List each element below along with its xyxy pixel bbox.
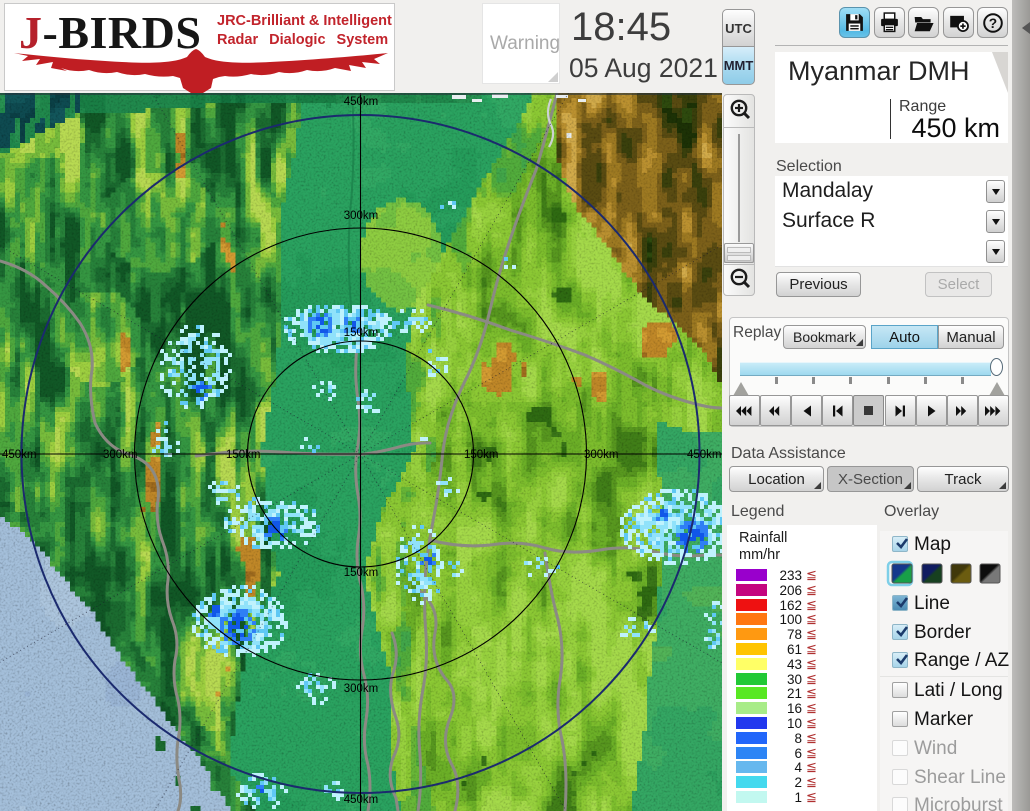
svg-text:450km: 450km [2,449,37,461]
svg-text:300km: 300km [103,449,138,461]
svg-text:300km: 300km [344,210,379,222]
svg-text:150km: 150km [226,449,261,461]
svg-text:450km: 450km [344,794,379,806]
svg-text:?: ? [988,15,996,30]
svg-text:150km: 150km [344,327,379,339]
svg-text:450km: 450km [344,96,379,108]
svg-text:150km: 150km [464,449,499,461]
svg-text:450km: 450km [687,449,722,461]
svg-text:300km: 300km [584,449,619,461]
svg-text:300km: 300km [344,683,379,695]
svg-text:150km: 150km [344,567,379,579]
